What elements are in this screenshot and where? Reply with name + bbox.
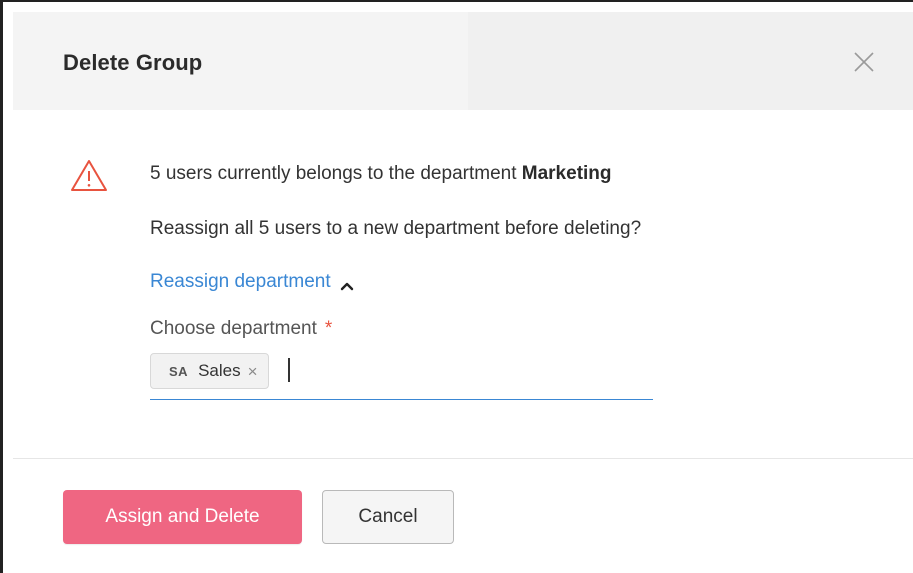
chip-abbreviation: SA [169,363,189,379]
chip-remove-icon[interactable]: × [248,363,258,380]
chevron-up-icon [340,276,354,291]
dialog-title: Delete Group [63,50,203,75]
choose-label-text: Choose department [150,318,317,339]
dialog-header: Delete Group [13,12,913,110]
reassign-question: Reassign all 5 users to a new department… [150,218,642,239]
reassign-department-toggle[interactable]: Reassign department [150,271,354,293]
department-name: Marketing [521,163,612,184]
text-caret [288,358,290,382]
chip-name: Sales [198,361,241,380]
users-belong-message: 5 users currently belongs to the departm… [150,163,612,185]
warning-triangle-icon [69,158,109,194]
footer-divider [13,458,913,459]
choose-department-label: Choose department * [150,318,332,340]
assign-and-delete-button[interactable]: Assign and Delete [63,490,302,544]
header-shade [468,12,913,110]
selected-department-chip: SA Sales × [150,353,269,389]
delete-group-dialog: Delete Group 5 users currently belongs t… [0,0,913,573]
required-asterisk: * [324,318,333,339]
department-select-field[interactable]: SA Sales × [150,350,653,400]
cancel-button[interactable]: Cancel [322,490,454,544]
message-prefix: 5 users currently belongs to the departm… [150,163,522,184]
reassign-toggle-label: Reassign department [150,271,331,292]
close-icon[interactable] [852,50,876,74]
